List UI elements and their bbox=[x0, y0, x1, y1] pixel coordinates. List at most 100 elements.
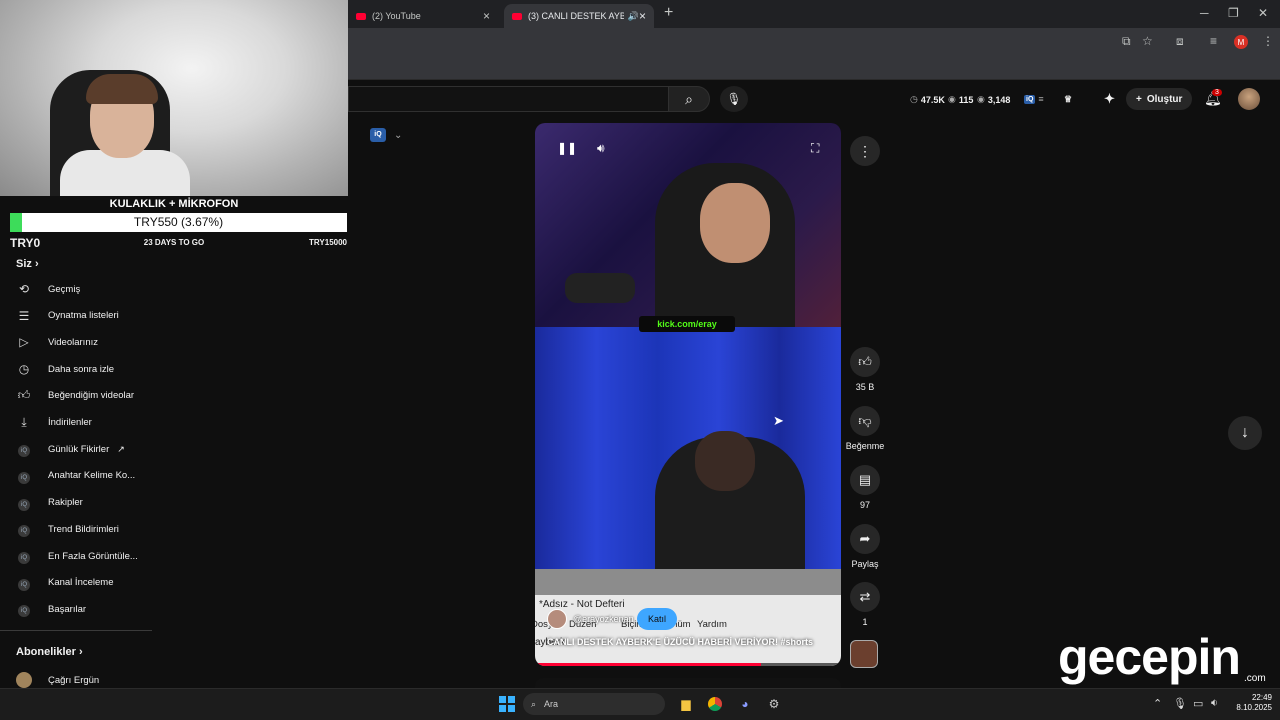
sidebar-section-subscriptions[interactable]: Abonelikler › bbox=[16, 646, 83, 658]
sidebar-item[interactable]: iQ Trend Bildirimleri bbox=[0, 516, 152, 542]
like-icon: 👍︎ bbox=[17, 388, 31, 403]
like-button[interactable]: 👍︎ 35 B bbox=[845, 347, 885, 392]
app-icon[interactable]: ⚙ bbox=[764, 694, 784, 714]
list-icon[interactable]: ≡ bbox=[1038, 94, 1043, 104]
sidebar-item-label: Anahtar Kelime Ko... bbox=[48, 470, 136, 482]
close-tab-icon[interactable]: × bbox=[483, 9, 490, 23]
minimize-button[interactable]: ─ bbox=[1200, 6, 1209, 20]
extension-icon: iQ bbox=[0, 468, 48, 484]
notepad-background bbox=[535, 569, 841, 595]
sidebar-item[interactable]: ▷ Videolarınız bbox=[0, 329, 152, 355]
create-button[interactable]: + Oluştur bbox=[1126, 88, 1193, 110]
sidebar-item[interactable]: iQ Anahtar Kelime Ko... bbox=[0, 463, 152, 489]
thumbs-up-icon: 👍︎ bbox=[850, 347, 880, 377]
vidiq-icon[interactable]: iQ bbox=[1024, 94, 1036, 104]
new-tab-button[interactable]: + bbox=[664, 4, 673, 22]
search-button[interactable]: ⌕ bbox=[668, 86, 710, 112]
sidebar-item-label: Başarılar bbox=[48, 603, 87, 615]
bookmark-star-icon[interactable]: ☆ bbox=[1142, 34, 1153, 48]
tab-title: (2) YouTube bbox=[372, 11, 421, 21]
sidebar-section-you[interactable]: Siz › bbox=[16, 258, 39, 270]
sidebar: Siz › ⟲ Geçmiş ☰ Oynatma listeleri ▷ Videolar… bbox=[0, 252, 152, 688]
join-button[interactable]: Katıl bbox=[637, 608, 677, 630]
gemini-icon[interactable]: ✦ bbox=[1104, 91, 1115, 107]
restore-button[interactable]: ❐ bbox=[1228, 6, 1239, 20]
microphone-icon[interactable]: 🎙︎ bbox=[1173, 697, 1187, 710]
video-bottom-frame bbox=[535, 327, 841, 577]
notepad-title: *Adsız - Not Defteri bbox=[539, 599, 625, 610]
sidebar-divider bbox=[0, 630, 152, 631]
extension-icon: iQ bbox=[0, 575, 48, 591]
file-explorer-icon[interactable]: ▆ bbox=[676, 694, 696, 714]
sidebar-item[interactable]: iQ Başarılar bbox=[0, 596, 152, 622]
vidiq-icon: iQ bbox=[370, 128, 386, 142]
volume-icon[interactable]: 🔊︎ bbox=[597, 141, 605, 156]
subscription-item[interactable]: Çağrı Ergün bbox=[16, 672, 99, 688]
arrow-down-icon: ↓ bbox=[1241, 424, 1249, 441]
short-title[interactable]: CANLI DESTEK AYBERK'E ÜZÜCÜ HABERİ VERİY… bbox=[547, 637, 813, 647]
comments-button[interactable]: ▤ 97 bbox=[845, 465, 885, 510]
extension-toolbar[interactable]: iQ ≡ bbox=[1024, 94, 1044, 104]
vidiq-dropdown[interactable]: iQ ⌄ bbox=[370, 128, 402, 142]
share-button[interactable]: ➦ Paylaş bbox=[845, 524, 885, 569]
browser-menu-icon[interactable]: ⋮ bbox=[1262, 34, 1274, 48]
close-tab-icon[interactable]: × bbox=[639, 9, 646, 23]
sidebar-item-label: Rakipler bbox=[48, 497, 83, 509]
browser-tabstrip: (2) YouTube × (3) CANLI DESTEK AYBERK'I … bbox=[348, 0, 1280, 28]
section-title: Siz bbox=[16, 258, 32, 270]
sidebar-item-label: En Fazla Görüntüle... bbox=[48, 550, 138, 562]
fullscreen-icon[interactable]: ⛶ bbox=[811, 141, 819, 156]
kick-channel-tag: kick.com/eray bbox=[639, 316, 735, 332]
playlist-icon: ☰ bbox=[18, 308, 30, 323]
chrome-icon[interactable] bbox=[705, 694, 725, 714]
thumbs-down-icon: 👎︎ bbox=[850, 406, 880, 436]
cast-icon[interactable]: ⧉ bbox=[1122, 34, 1131, 49]
media-control-icon[interactable]: ≡ bbox=[1210, 34, 1217, 48]
youtube-favicon-icon bbox=[356, 12, 366, 20]
video-progress-bar[interactable] bbox=[535, 663, 841, 666]
trophy-icon[interactable]: ♕ bbox=[1064, 94, 1072, 105]
comment-icon: ▤ bbox=[850, 465, 880, 495]
tab-youtube[interactable]: (2) YouTube × bbox=[348, 4, 498, 28]
sidebar-item[interactable]: iQ En Fazla Görüntüle... bbox=[0, 543, 152, 569]
taskbar-clock[interactable]: 22:49 8.10.2025 bbox=[1230, 693, 1272, 713]
sidebar-item[interactable]: ◷ Daha sonra izle bbox=[0, 356, 152, 382]
speaker-icon[interactable]: 🔊 bbox=[628, 11, 639, 22]
sidebar-item-label: Videolarınız bbox=[48, 336, 98, 348]
channel-avatar[interactable] bbox=[547, 609, 567, 629]
webcam-overlay bbox=[0, 0, 348, 196]
extensions-icon[interactable]: ⧈ bbox=[1176, 34, 1184, 49]
sidebar-item[interactable]: iQ Kanal İnceleme bbox=[0, 570, 152, 596]
sound-thumbnail[interactable] bbox=[850, 640, 878, 668]
subscription-name: Çağrı Ergün bbox=[48, 674, 100, 686]
account-avatar[interactable] bbox=[1238, 88, 1260, 110]
more-options-button[interactable]: ⋮ bbox=[850, 136, 880, 166]
dislike-button[interactable]: 👎︎ Beğenme bbox=[845, 406, 885, 451]
plus-icon: + bbox=[1136, 93, 1142, 105]
search-input[interactable] bbox=[348, 86, 668, 112]
stat-watch-time: ◷ 47.5K bbox=[910, 94, 945, 105]
close-window-button[interactable]: ✕ bbox=[1258, 6, 1268, 20]
tray-chevron-icon[interactable]: ⌃ bbox=[1153, 697, 1162, 710]
next-video-button[interactable]: ↓ bbox=[1228, 416, 1262, 450]
discord-icon[interactable]: ◕ bbox=[735, 694, 755, 714]
sidebar-item[interactable]: ⟲ Geçmiş bbox=[0, 276, 152, 302]
donation-amount: TRY550 (3.67%) bbox=[133, 215, 224, 229]
taskbar-search[interactable]: ⌕ Ara bbox=[523, 693, 665, 715]
network-icon[interactable]: ▭ bbox=[1193, 697, 1203, 710]
sidebar-item[interactable]: iQ Günlük Fikirler ↗ bbox=[0, 436, 152, 462]
speaker-icon[interactable]: 🔉︎ bbox=[1211, 697, 1218, 710]
channel-handle[interactable]: @erayozkenan bbox=[573, 614, 634, 624]
next-short-preview[interactable] bbox=[535, 678, 841, 688]
voice-search-button[interactable]: 🎙 bbox=[720, 86, 748, 112]
sidebar-item[interactable]: ⤓ İndirilenler bbox=[0, 410, 152, 436]
tab-live-support[interactable]: (3) CANLI DESTEK AYBERK'I 🔊 × bbox=[504, 4, 654, 28]
sidebar-item[interactable]: 👍︎ Beğendiğim videolar bbox=[0, 383, 152, 409]
sidebar-item[interactable]: ☰ Oynatma listeleri bbox=[0, 303, 152, 329]
sidebar-item[interactable]: iQ Rakipler bbox=[0, 490, 152, 516]
shorts-player[interactable]: kick.com/eray *Adsız - Not Defteri Dosya… bbox=[535, 123, 841, 666]
pause-icon[interactable]: ❚❚ bbox=[557, 141, 577, 155]
windows-start-icon[interactable] bbox=[499, 696, 515, 712]
browser-profile-avatar[interactable]: M bbox=[1234, 35, 1248, 49]
remix-button[interactable]: ⇄ 1 bbox=[845, 582, 885, 627]
